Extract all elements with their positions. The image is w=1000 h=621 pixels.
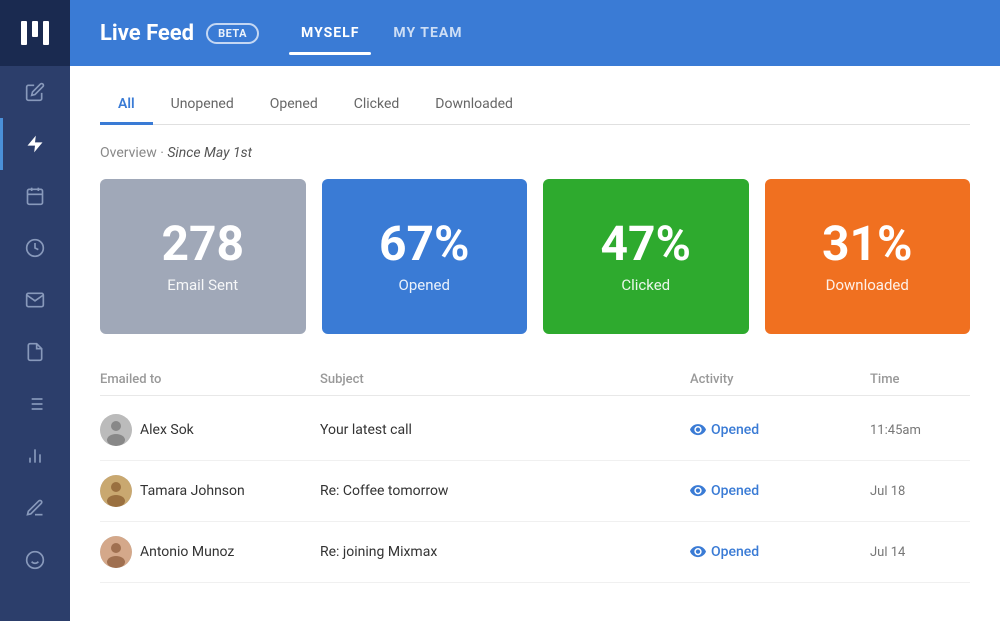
filter-tab-opened[interactable]: Opened bbox=[252, 86, 336, 125]
stat-value-opened: 67% bbox=[379, 220, 470, 268]
table-row[interactable]: Alex Sok Your latest call Opened 11:45am bbox=[100, 400, 970, 461]
sidebar bbox=[0, 0, 70, 621]
cell-time-0: 11:45am bbox=[870, 423, 970, 438]
content-area: All Unopened Opened Clicked Downloaded O… bbox=[70, 66, 1000, 621]
filter-tab-downloaded[interactable]: Downloaded bbox=[417, 86, 531, 125]
activity-opened-1: Opened bbox=[690, 483, 759, 499]
main-content: Live Feed BETA MYSELF MY TEAM All Unopen… bbox=[70, 0, 1000, 621]
sidebar-item-emoji[interactable] bbox=[0, 534, 70, 586]
stat-label-downloaded: Downloaded bbox=[826, 276, 909, 294]
stat-card-opened: 67% Opened bbox=[322, 179, 528, 334]
sidebar-item-lightning[interactable] bbox=[0, 118, 70, 170]
avatar-alex-sok bbox=[100, 414, 132, 446]
sidebar-item-calendar[interactable] bbox=[0, 170, 70, 222]
stat-card-email-sent: 278 Email Sent bbox=[100, 179, 306, 334]
cell-activity-1: Opened bbox=[690, 483, 870, 499]
col-time: Time bbox=[870, 372, 970, 387]
nav-tab-myteam[interactable]: MY TEAM bbox=[381, 17, 474, 49]
stat-value-downloaded: 31% bbox=[822, 220, 913, 268]
sidebar-item-document[interactable] bbox=[0, 326, 70, 378]
col-emailed-to: Emailed to bbox=[100, 372, 320, 387]
stat-label-opened: Opened bbox=[399, 276, 450, 294]
filter-tab-clicked[interactable]: Clicked bbox=[336, 86, 418, 125]
cell-subject-0: Your latest call bbox=[320, 422, 690, 438]
sidebar-item-list[interactable] bbox=[0, 378, 70, 430]
filter-tabs: All Unopened Opened Clicked Downloaded bbox=[100, 86, 970, 125]
cell-subject-1: Re: Coffee tomorrow bbox=[320, 483, 690, 499]
table-row[interactable]: Tamara Johnson Re: Coffee tomorrow Opene… bbox=[100, 461, 970, 522]
stat-value-email-sent: 278 bbox=[161, 220, 244, 268]
topbar: Live Feed BETA MYSELF MY TEAM bbox=[70, 0, 1000, 66]
stats-row: 278 Email Sent 67% Opened 47% Clicked 31… bbox=[100, 179, 970, 334]
col-activity: Activity bbox=[690, 372, 870, 387]
sidebar-item-mail[interactable] bbox=[0, 274, 70, 326]
table-header: Emailed to Subject Activity Time bbox=[100, 364, 970, 396]
sidebar-logo[interactable] bbox=[0, 0, 70, 66]
sidebar-item-pen[interactable] bbox=[0, 482, 70, 534]
activity-opened-2: Opened bbox=[690, 544, 759, 560]
cell-activity-0: Opened bbox=[690, 422, 870, 438]
cell-name-1: Tamara Johnson bbox=[100, 475, 320, 507]
stat-value-clicked: 47% bbox=[600, 220, 691, 268]
page-title: Live Feed bbox=[100, 21, 194, 46]
beta-badge: BETA bbox=[206, 23, 259, 44]
cell-time-1: Jul 18 bbox=[870, 484, 970, 499]
overview-label: Overview · Since May 1st bbox=[100, 145, 970, 161]
cell-activity-2: Opened bbox=[690, 544, 870, 560]
table-row[interactable]: Antonio Munoz Re: joining Mixmax Opened … bbox=[100, 522, 970, 583]
sidebar-item-chart[interactable] bbox=[0, 430, 70, 482]
cell-time-2: Jul 14 bbox=[870, 545, 970, 560]
stat-label-email-sent: Email Sent bbox=[167, 276, 238, 294]
cell-subject-2: Re: joining Mixmax bbox=[320, 544, 690, 560]
nav-tab-myself[interactable]: MYSELF bbox=[289, 17, 371, 49]
activity-opened-0: Opened bbox=[690, 422, 759, 438]
col-subject: Subject bbox=[320, 372, 690, 387]
sidebar-item-clock[interactable] bbox=[0, 222, 70, 274]
stat-card-downloaded: 31% Downloaded bbox=[765, 179, 971, 334]
filter-tab-all[interactable]: All bbox=[100, 86, 153, 125]
sidebar-item-edit[interactable] bbox=[0, 66, 70, 118]
avatar-antonio-munoz bbox=[100, 536, 132, 568]
cell-name-2: Antonio Munoz bbox=[100, 536, 320, 568]
avatar-tamara-johnson bbox=[100, 475, 132, 507]
stat-label-clicked: Clicked bbox=[621, 276, 670, 294]
cell-name-0: Alex Sok bbox=[100, 414, 320, 446]
stat-card-clicked: 47% Clicked bbox=[543, 179, 749, 334]
filter-tab-unopened[interactable]: Unopened bbox=[153, 86, 252, 125]
top-nav: MYSELF MY TEAM bbox=[289, 17, 474, 49]
